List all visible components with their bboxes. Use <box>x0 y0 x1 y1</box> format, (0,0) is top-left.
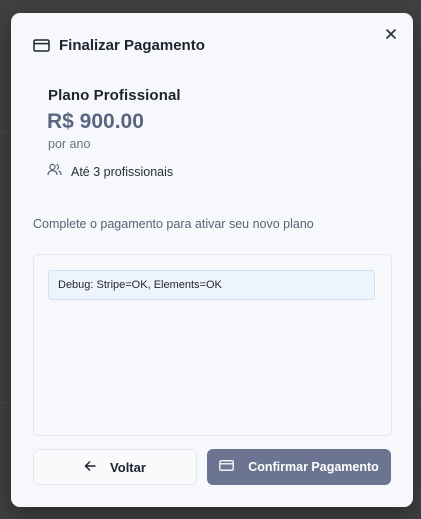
arrow-left-icon <box>84 458 96 476</box>
confirm-payment-button[interactable]: Confirmar Pagamento <box>207 449 391 485</box>
debug-status-text: Debug: Stripe=OK, Elements=OK <box>58 279 222 291</box>
users-icon <box>47 163 62 181</box>
background-divider <box>0 132 10 133</box>
modal-title: Finalizar Pagamento <box>59 36 205 54</box>
background-divider <box>412 164 421 165</box>
close-icon <box>386 26 396 44</box>
payment-element-container[interactable]: Debug: Stripe=OK, Elements=OK <box>33 254 392 436</box>
debug-status-box: Debug: Stripe=OK, Elements=OK <box>48 270 375 300</box>
close-button[interactable] <box>383 27 399 43</box>
confirm-payment-button-label: Confirmar Pagamento <box>248 460 379 474</box>
payment-instruction: Complete o pagamento para ativar seu nov… <box>33 217 314 231</box>
credit-card-icon <box>33 38 50 52</box>
modal-header: Finalizar Pagamento <box>33 35 205 55</box>
payment-modal: Finalizar Pagamento Plano Profissional R… <box>11 13 413 507</box>
back-button[interactable]: Voltar <box>33 449 197 485</box>
back-button-label: Voltar <box>110 459 146 475</box>
plan-period: por ano <box>48 137 91 151</box>
plan-users-label: Até 3 profissionais <box>71 165 174 179</box>
credit-card-icon <box>219 458 235 476</box>
plan-price: R$ 900.00 <box>47 110 144 133</box>
plan-name: Plano Profissional <box>48 87 181 104</box>
plan-users: Até 3 profissionais <box>47 163 173 181</box>
